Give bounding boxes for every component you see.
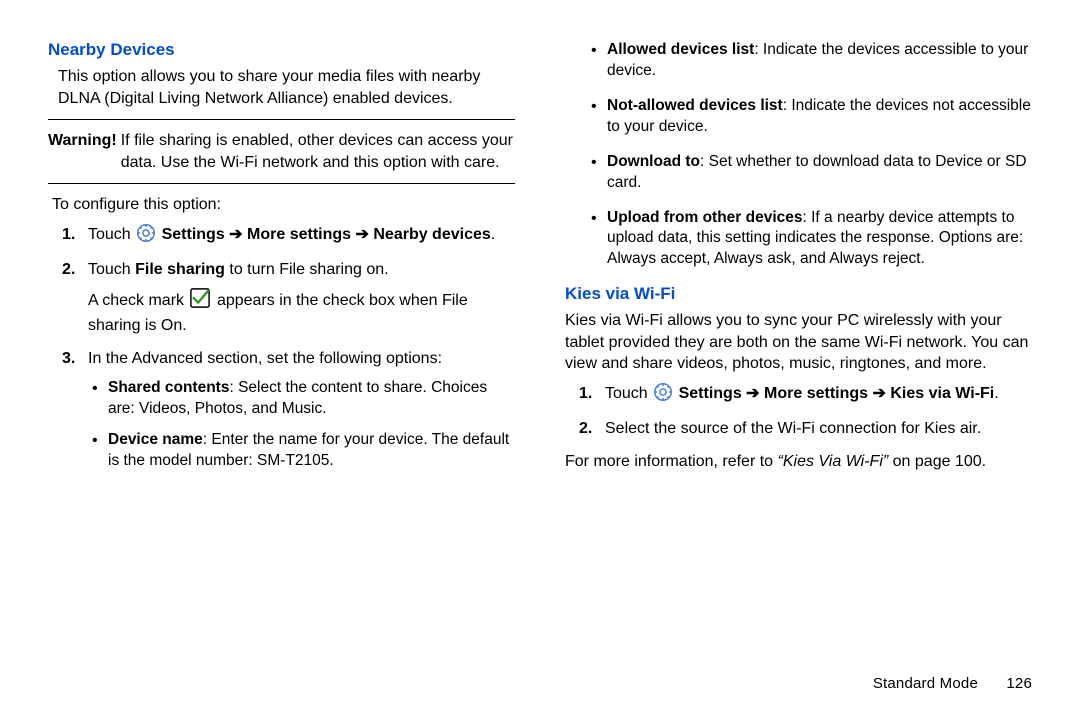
bullet-download-to: Download to: Set whether to download dat… (591, 152, 1032, 194)
b-label: Device name (108, 431, 203, 448)
k-more-info-b: on page 100. (888, 453, 986, 470)
arrow-icon: ➔ (229, 226, 242, 243)
footer-mode: Standard Mode (873, 675, 978, 692)
k-step2: Select the source of the Wi-Fi connectio… (605, 420, 981, 437)
nearby-intro: This option allows you to share your med… (58, 66, 515, 109)
configure-lead: To configure this option: (52, 194, 515, 216)
bullet-allowed: Allowed devices list: Indicate the devic… (591, 40, 1032, 82)
right-column: Allowed devices list: Indicate the devic… (565, 40, 1032, 472)
nearby-devices-label: Nearby devices (373, 226, 490, 243)
heading-kies: Kies via Wi-Fi (565, 284, 1032, 304)
bullet-device-name: Device name: Enter the name for your dev… (92, 430, 515, 472)
b-label: Upload from other devices (607, 209, 803, 226)
manual-page: Nearby Devices This option allows you to… (0, 0, 1080, 720)
settings-gear-icon (654, 383, 672, 408)
bullet-not-allowed: Not-allowed devices list: Indicate the d… (591, 96, 1032, 138)
kies-steps: 1. Touch Settings ➔ More settings ➔ Kies… (579, 383, 1032, 441)
more-settings-label: More settings (247, 226, 351, 243)
arrow-icon: ➔ (746, 385, 759, 402)
step2-b: to turn File sharing on. (225, 261, 389, 278)
kies-more-info: For more information, refer to “Kies Via… (565, 451, 1032, 473)
k-more-info-ref: “Kies Via Wi-Fi” (778, 453, 889, 470)
step-2: 2. Touch File sharing to turn File shari… (62, 259, 515, 337)
kies-step-2: 2. Select the source of the Wi-Fi connec… (579, 418, 1032, 440)
warning-label: Warning! (48, 130, 117, 173)
bullet-shared-contents: Shared contents: Select the content to s… (92, 378, 515, 420)
section-nearby-devices: Nearby Devices This option allows you to… (48, 40, 515, 472)
step2-bold: File sharing (135, 261, 225, 278)
step-3: 3. In the Advanced section, set the foll… (62, 348, 515, 472)
k-more: More settings (764, 385, 868, 402)
k-settings: Settings (679, 385, 742, 402)
nearby-steps: 1. Touch Settings ➔ More settings ➔ Near… (62, 224, 515, 472)
b-label: Shared contents (108, 379, 229, 396)
k-more-info-a: For more information, refer to (565, 453, 778, 470)
heading-nearby-devices: Nearby Devices (48, 40, 515, 60)
settings-label: Settings (162, 226, 225, 243)
b-label: Not-allowed devices list (607, 97, 783, 114)
rule-bottom (48, 183, 515, 184)
arrow-icon: ➔ (356, 226, 369, 243)
warning-block: Warning! If file sharing is enabled, oth… (48, 130, 515, 173)
checkbox-checked-icon (190, 288, 210, 315)
step2-a: Touch (88, 261, 135, 278)
step3-text: In the Advanced section, set the followi… (88, 350, 442, 367)
step3-bullets: Shared contents: Select the content to s… (92, 378, 515, 472)
step2-c1: A check mark (88, 292, 188, 309)
kies-step-1: 1. Touch Settings ➔ More settings ➔ Kies… (579, 383, 1032, 408)
rule-top (48, 119, 515, 120)
kies-intro: Kies via Wi-Fi allows you to sync your P… (565, 310, 1032, 375)
k-step1-prefix: Touch (605, 385, 652, 402)
arrow-icon: ➔ (873, 385, 886, 402)
step1-prefix: Touch (88, 226, 135, 243)
bullet-upload-from: Upload from other devices: If a nearby d… (591, 208, 1032, 271)
settings-gear-icon (137, 224, 155, 249)
b-label: Allowed devices list (607, 41, 754, 58)
footer-page-number: 126 (1006, 675, 1032, 692)
k-kies: Kies via Wi-Fi (890, 385, 994, 402)
step-1: 1. Touch Settings ➔ More settings ➔ Near… (62, 224, 515, 249)
advanced-continued-bullets: Allowed devices list: Indicate the devic… (591, 40, 1032, 270)
page-footer: Standard Mode 126 (873, 675, 1032, 692)
warning-body: If file sharing is enabled, other device… (121, 130, 515, 173)
b-label: Download to (607, 153, 700, 170)
